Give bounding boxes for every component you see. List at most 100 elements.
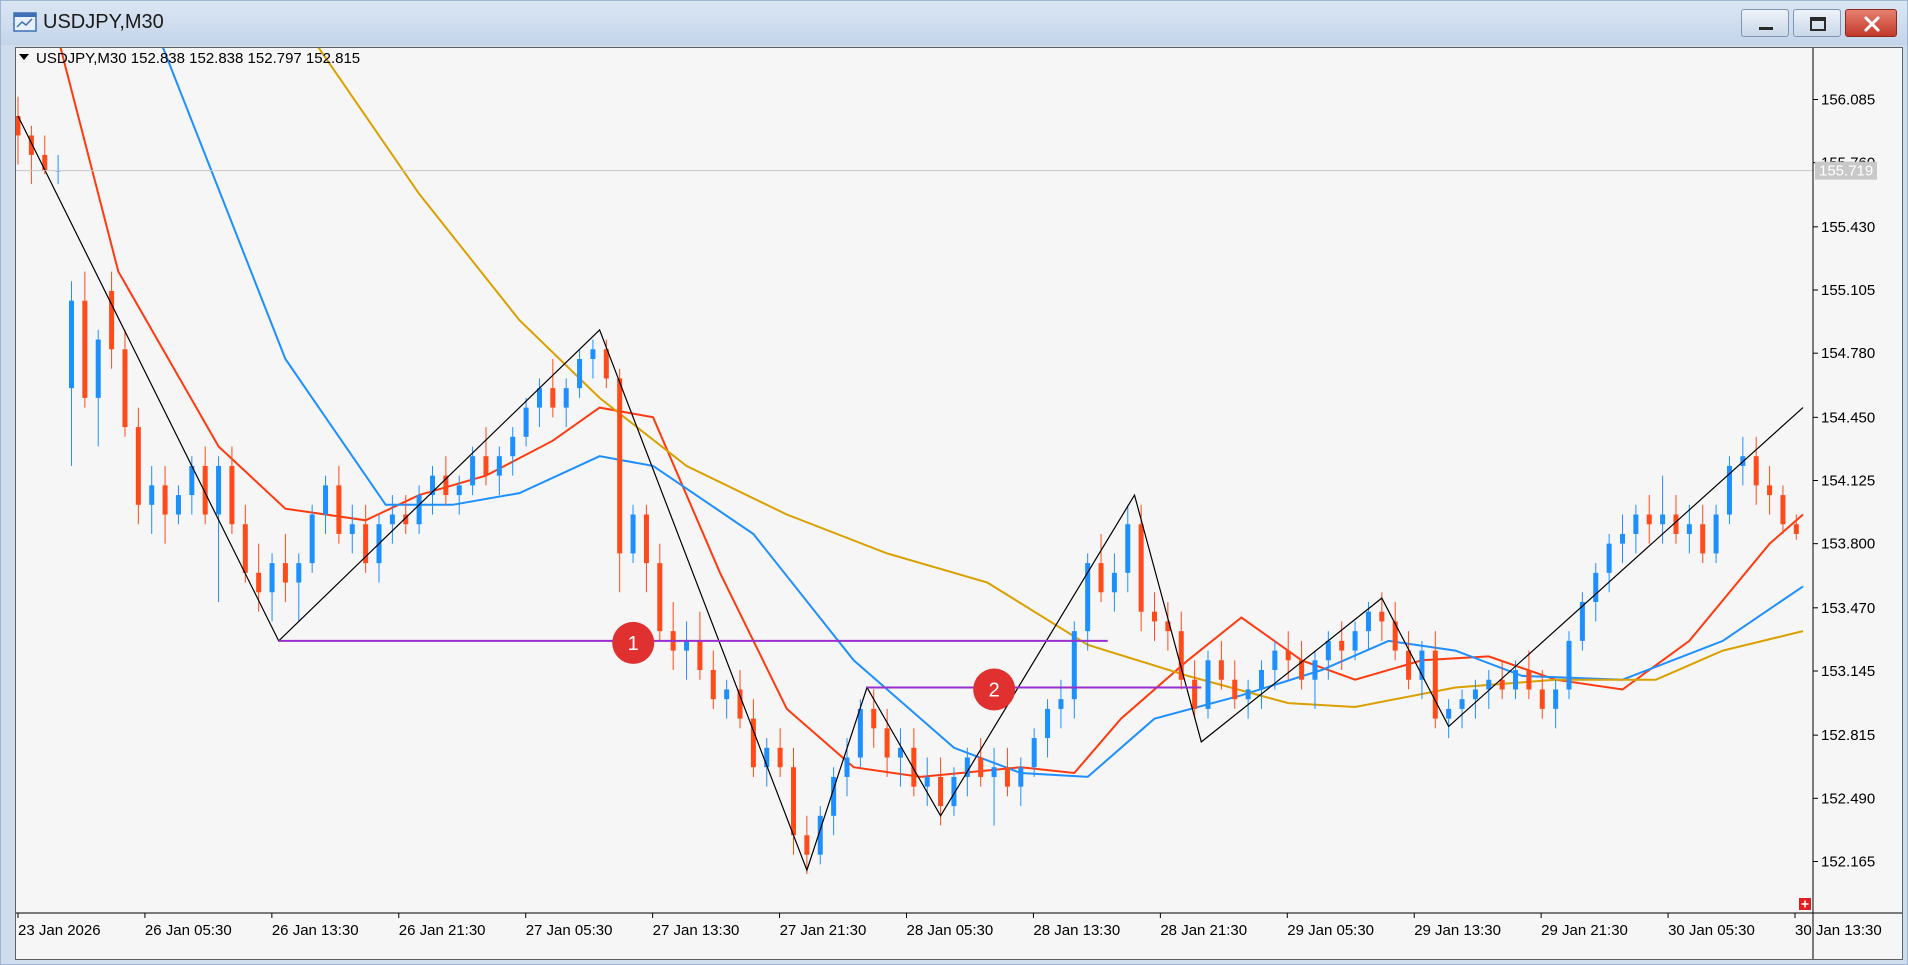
dropdown-triangle-icon[interactable] bbox=[19, 54, 29, 60]
candle-body bbox=[1780, 495, 1786, 525]
candle-body bbox=[1619, 533, 1625, 544]
candle-body bbox=[643, 514, 649, 564]
candle-body bbox=[844, 757, 850, 777]
time-tick-label: 30 Jan 05:30 bbox=[1668, 922, 1755, 939]
time-tick-label: 29 Jan 05:30 bbox=[1287, 922, 1374, 939]
candle-body bbox=[1713, 514, 1719, 554]
time-tick-label: 29 Jan 13:30 bbox=[1414, 922, 1501, 939]
candle-body bbox=[82, 300, 88, 398]
candle-body bbox=[1472, 689, 1478, 700]
current-price-tag-label: 155.719 bbox=[1819, 163, 1873, 180]
candle-body bbox=[550, 388, 556, 408]
candle-body bbox=[1646, 514, 1652, 525]
symbol-ohlc-label: USDJPY,M30 152.838 152.838 152.797 152.8… bbox=[36, 50, 360, 67]
candle-body bbox=[296, 563, 302, 583]
price-tick-label: 153.800 bbox=[1821, 536, 1875, 553]
candle-body bbox=[242, 524, 248, 573]
candle-body bbox=[536, 388, 542, 408]
candle-body bbox=[1004, 767, 1010, 787]
time-tick-label: 26 Jan 05:30 bbox=[145, 922, 232, 939]
candle-body bbox=[1513, 670, 1519, 690]
candle-body bbox=[1325, 640, 1331, 661]
chart-area[interactable]: 12 156.085155.760155.430155.105154.78015… bbox=[15, 47, 1903, 960]
zigzag-line bbox=[17, 115, 1804, 872]
candle-body bbox=[1245, 689, 1251, 700]
candle-body bbox=[1499, 679, 1505, 690]
price-tick-label: 152.165 bbox=[1821, 853, 1875, 870]
candle-body bbox=[389, 514, 395, 525]
candle-body bbox=[1593, 572, 1599, 602]
price-tick-label: 152.490 bbox=[1821, 790, 1875, 807]
candle-body bbox=[256, 572, 262, 593]
time-tick-label: 27 Jan 13:30 bbox=[653, 922, 740, 939]
candle-body bbox=[1633, 514, 1639, 534]
candle-body bbox=[1793, 524, 1799, 534]
price-chart[interactable]: 12 156.085155.760155.430155.105154.78015… bbox=[16, 48, 1902, 959]
time-tick-label: 27 Jan 21:30 bbox=[780, 922, 867, 939]
moving-average-line bbox=[162, 48, 1804, 778]
candle-body bbox=[42, 154, 48, 171]
candle-body bbox=[1138, 524, 1144, 612]
candle-body bbox=[1700, 524, 1706, 554]
moving-average-line bbox=[59, 48, 1804, 778]
price-tick-label: 156.085 bbox=[1821, 92, 1875, 109]
candle-body bbox=[938, 776, 944, 807]
candle-body bbox=[590, 349, 596, 360]
price-tick-label: 152.815 bbox=[1821, 727, 1875, 744]
candle-body bbox=[1045, 708, 1051, 739]
candle-body bbox=[229, 465, 235, 525]
candle-body bbox=[510, 436, 516, 457]
candle-body bbox=[603, 349, 609, 379]
candle-body bbox=[857, 708, 863, 758]
window-title: USDJPY,M30 bbox=[43, 11, 164, 33]
candle-body bbox=[724, 689, 730, 700]
candle-body bbox=[1232, 679, 1238, 700]
candle-body bbox=[470, 456, 476, 486]
candle-body bbox=[710, 670, 716, 700]
candle-body bbox=[924, 776, 930, 787]
candle-body bbox=[135, 427, 141, 505]
price-tick-label: 154.780 bbox=[1821, 345, 1875, 362]
candle-body bbox=[1339, 640, 1345, 651]
candle-body bbox=[1058, 699, 1064, 709]
candle-body bbox=[1285, 650, 1291, 661]
candle-body bbox=[1686, 524, 1692, 534]
restore-button[interactable] bbox=[1793, 9, 1841, 37]
minimize-button[interactable] bbox=[1741, 9, 1789, 37]
candle-body bbox=[1606, 543, 1612, 573]
candle-body bbox=[456, 485, 462, 496]
price-tick-label: 153.470 bbox=[1821, 600, 1875, 617]
chart-window-icon bbox=[13, 12, 37, 32]
candle-body bbox=[1660, 514, 1666, 525]
marker-label-1: 1 bbox=[628, 633, 639, 655]
marker-label-2: 2 bbox=[989, 680, 1000, 702]
candle-body bbox=[1406, 650, 1412, 680]
candle-body bbox=[1018, 767, 1024, 787]
candle-body bbox=[1218, 660, 1224, 680]
candle-body bbox=[1379, 611, 1385, 622]
candle-body bbox=[1312, 660, 1318, 680]
candle-body bbox=[1553, 689, 1559, 709]
time-tick-label: 26 Jan 21:30 bbox=[399, 922, 486, 939]
candle-body bbox=[884, 728, 890, 758]
time-tick-label: 29 Jan 21:30 bbox=[1541, 922, 1628, 939]
candle-body bbox=[777, 747, 783, 768]
candle-body bbox=[577, 359, 583, 389]
price-tick-label: 154.450 bbox=[1821, 409, 1875, 426]
candle-body bbox=[162, 485, 168, 515]
candle-body bbox=[1352, 631, 1358, 651]
candle-body bbox=[336, 485, 342, 534]
candle-body bbox=[1125, 524, 1131, 573]
candle-body bbox=[1432, 650, 1438, 719]
candle-body bbox=[1753, 456, 1759, 486]
candle-body bbox=[630, 514, 636, 554]
close-button[interactable] bbox=[1845, 9, 1897, 37]
time-tick-label: 28 Jan 05:30 bbox=[907, 922, 994, 939]
candle-body bbox=[1767, 485, 1773, 496]
candle-body bbox=[791, 767, 797, 836]
candle-body bbox=[804, 835, 810, 855]
candle-body bbox=[149, 485, 155, 505]
title-bar[interactable]: USDJPY,M30 bbox=[1, 1, 1907, 45]
candle-body bbox=[563, 388, 569, 408]
time-tick-label: 28 Jan 13:30 bbox=[1033, 922, 1120, 939]
